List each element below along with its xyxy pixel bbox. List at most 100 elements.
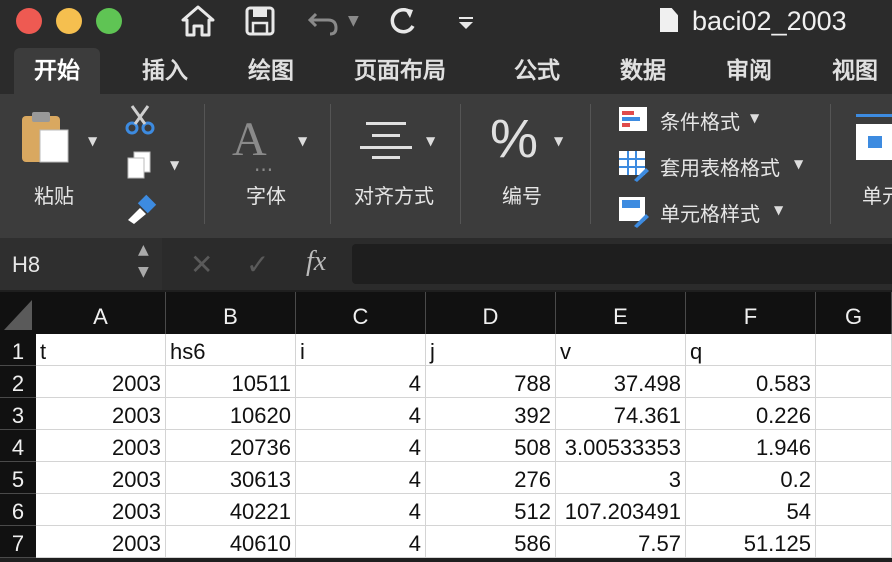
tab-formulas[interactable]: 公式 xyxy=(514,48,560,94)
cell-b6[interactable]: 40221 xyxy=(166,494,296,526)
paste-icon[interactable] xyxy=(18,110,74,170)
cell-c2[interactable]: 4 xyxy=(296,366,426,398)
cell-a4[interactable]: 2003 xyxy=(36,430,166,462)
conditional-format-button[interactable]: 条件格式 xyxy=(660,106,740,135)
cell-b7[interactable]: 40610 xyxy=(166,526,296,558)
cell-g3[interactable] xyxy=(816,398,892,430)
format-painter-icon[interactable] xyxy=(124,194,158,228)
cell-c5[interactable]: 4 xyxy=(296,462,426,494)
cell-e5[interactable]: 3 xyxy=(556,462,686,494)
paste-dropdown-icon[interactable]: ▼ xyxy=(88,134,97,148)
alignment-icon[interactable] xyxy=(360,120,416,164)
tab-draw[interactable]: 绘图 xyxy=(248,48,294,94)
cancel-icon[interactable]: ✕ xyxy=(190,248,213,281)
copy-icon[interactable] xyxy=(126,150,154,184)
cell-d2[interactable]: 788 xyxy=(426,366,556,398)
cell-f2[interactable]: 0.583 xyxy=(686,366,816,398)
cell-e3[interactable]: 74.361 xyxy=(556,398,686,430)
cell-a7[interactable]: 2003 xyxy=(36,526,166,558)
column-header-g[interactable]: G xyxy=(816,292,892,334)
undo-dropdown-icon[interactable]: ▼ xyxy=(348,4,359,38)
format-as-table-button[interactable]: 套用表格格式 xyxy=(660,152,780,181)
column-header-f[interactable]: F xyxy=(686,292,816,334)
conditional-format-dropdown-icon[interactable]: ▼ xyxy=(750,111,759,125)
formula-input[interactable] xyxy=(352,244,892,284)
cell-a2[interactable]: 2003 xyxy=(36,366,166,398)
cell-a1[interactable]: t xyxy=(36,334,166,366)
cell-c7[interactable]: 4 xyxy=(296,526,426,558)
alignment-dropdown-icon[interactable]: ▼ xyxy=(426,134,435,148)
cell-styles-dropdown-icon[interactable]: ▼ xyxy=(774,203,783,217)
cell-b4[interactable]: 20736 xyxy=(166,430,296,462)
tab-page-layout[interactable]: 页面布局 xyxy=(354,48,446,94)
row-header[interactable]: 4 xyxy=(0,430,36,462)
cell-c3[interactable]: 4 xyxy=(296,398,426,430)
cell-f7[interactable]: 51.125 xyxy=(686,526,816,558)
insert-function-icon[interactable]: fx xyxy=(306,246,326,278)
cell-e2[interactable]: 37.498 xyxy=(556,366,686,398)
tab-home[interactable]: 开始 xyxy=(14,48,100,94)
cell-b3[interactable]: 10620 xyxy=(166,398,296,430)
cells-icon[interactable] xyxy=(854,110,892,170)
row-header[interactable]: 3 xyxy=(0,398,36,430)
format-as-table-dropdown-icon[interactable]: ▼ xyxy=(794,157,803,171)
row-header[interactable]: 1 xyxy=(0,334,36,366)
cell-g6[interactable] xyxy=(816,494,892,526)
cell-g2[interactable] xyxy=(816,366,892,398)
cell-d1[interactable]: j xyxy=(426,334,556,366)
copy-dropdown-icon[interactable]: ▼ xyxy=(170,158,179,172)
select-all-corner[interactable] xyxy=(0,292,37,334)
row-header[interactable]: 5 xyxy=(0,462,36,494)
cell-f3[interactable]: 0.226 xyxy=(686,398,816,430)
close-window-button[interactable] xyxy=(16,8,42,34)
cell-d3[interactable]: 392 xyxy=(426,398,556,430)
name-box-down-icon[interactable]: ▼ xyxy=(138,264,149,280)
tab-data[interactable]: 数据 xyxy=(620,48,666,94)
cell-d4[interactable]: 508 xyxy=(426,430,556,462)
cell-a5[interactable]: 2003 xyxy=(36,462,166,494)
column-header-c[interactable]: C xyxy=(296,292,426,334)
name-box-up-icon[interactable]: ▲ xyxy=(138,242,149,258)
enter-icon[interactable]: ✓ xyxy=(246,248,269,281)
zoom-window-button[interactable] xyxy=(96,8,122,34)
cell-e7[interactable]: 7.57 xyxy=(556,526,686,558)
cell-c1[interactable]: i xyxy=(296,334,426,366)
column-header-b[interactable]: B xyxy=(166,292,296,334)
cell-b2[interactable]: 10511 xyxy=(166,366,296,398)
cell-g5[interactable] xyxy=(816,462,892,494)
cell-d7[interactable]: 586 xyxy=(426,526,556,558)
save-icon[interactable] xyxy=(244,4,276,46)
row-header[interactable]: 7 xyxy=(0,526,36,558)
cell-g7[interactable] xyxy=(816,526,892,558)
column-header-a[interactable]: A xyxy=(36,292,166,334)
cell-a6[interactable]: 2003 xyxy=(36,494,166,526)
cell-a3[interactable]: 2003 xyxy=(36,398,166,430)
minimize-window-button[interactable] xyxy=(56,8,82,34)
font-dropdown-icon[interactable]: ▼ xyxy=(298,134,307,148)
cell-c6[interactable]: 4 xyxy=(296,494,426,526)
cell-styles-button[interactable]: 单元格样式 xyxy=(660,198,760,227)
cell-b5[interactable]: 30613 xyxy=(166,462,296,494)
cell-b1[interactable]: hs6 xyxy=(166,334,296,366)
cell-f5[interactable]: 0.2 xyxy=(686,462,816,494)
cell-g4[interactable] xyxy=(816,430,892,462)
tab-view[interactable]: 视图 xyxy=(832,48,878,94)
cell-f1[interactable]: q xyxy=(686,334,816,366)
undo-icon[interactable] xyxy=(306,4,342,46)
cell-c4[interactable]: 4 xyxy=(296,430,426,462)
column-header-e[interactable]: E xyxy=(556,292,686,334)
tab-insert[interactable]: 插入 xyxy=(142,48,188,94)
tab-review[interactable]: 审阅 xyxy=(726,48,772,94)
row-header[interactable]: 6 xyxy=(0,494,36,526)
column-header-d[interactable]: D xyxy=(426,292,556,334)
name-box[interactable]: H8 ▲ ▼ xyxy=(0,238,162,290)
cut-icon[interactable] xyxy=(124,104,156,140)
cell-g1[interactable] xyxy=(816,334,892,366)
cell-d5[interactable]: 276 xyxy=(426,462,556,494)
percent-icon[interactable]: % xyxy=(490,108,538,170)
cell-e4[interactable]: 3.00533353 xyxy=(556,430,686,462)
cell-e1[interactable]: v xyxy=(556,334,686,366)
cell-f4[interactable]: 1.946 xyxy=(686,430,816,462)
home-icon[interactable] xyxy=(180,4,216,46)
cell-e6[interactable]: 107.203491 xyxy=(556,494,686,526)
